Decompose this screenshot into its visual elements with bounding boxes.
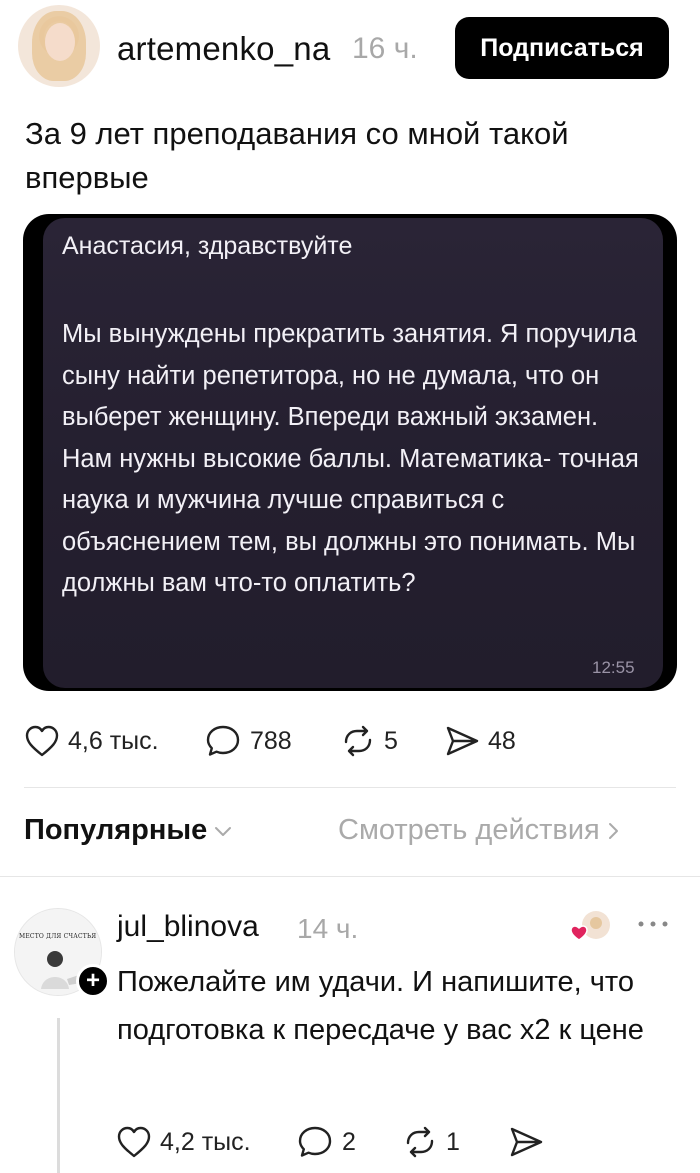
divider — [24, 787, 676, 788]
comment-author-username[interactable]: jul_blinova — [117, 910, 259, 944]
tab-view-activity[interactable]: Смотреть действия — [338, 814, 620, 847]
follow-commenter-button[interactable]: + — [76, 964, 110, 998]
like-count: 4,6 тыс. — [68, 726, 159, 755]
repost-button[interactable]: 5 — [340, 724, 398, 758]
comment-text: Пожелайте им удачи. И напишите, что подг… — [117, 966, 644, 1046]
more-icon — [638, 921, 668, 927]
author-liked-indicator — [570, 909, 612, 945]
divider — [0, 876, 700, 877]
comment-icon — [206, 725, 240, 756]
thread-line — [57, 1018, 60, 1173]
repost-icon — [344, 725, 372, 757]
repost-count: 5 — [384, 726, 398, 755]
comment-reply-button[interactable]: 2 — [298, 1125, 356, 1159]
comment-repost-count: 1 — [446, 1127, 460, 1156]
message-time: 12:55 — [592, 658, 635, 677]
comment-reply-count: 2 — [342, 1127, 356, 1156]
share-icon — [446, 726, 479, 756]
avatar-face — [45, 23, 75, 61]
comment-count: 788 — [250, 726, 292, 755]
comment-share-button[interactable] — [508, 1125, 544, 1159]
follow-button[interactable]: Подписаться — [455, 17, 669, 79]
share-icon — [510, 1127, 543, 1157]
tab-popular[interactable]: Популярные — [24, 814, 233, 847]
liked-by-author-icon — [570, 911, 610, 941]
more-options-button[interactable] — [636, 917, 670, 935]
post-time: 16 ч. — [352, 32, 418, 65]
chevron-down-icon — [215, 826, 232, 836]
comment-time: 14 ч. — [297, 913, 359, 944]
comment-like-count: 4,2 тыс. — [160, 1127, 251, 1156]
avatar-caption: МЕСТО ДЛЯ СЧАСТЬЯ ЗДЕСЬ — [19, 933, 102, 940]
tab-popular-label: Популярные — [24, 814, 208, 846]
plus-icon: + — [85, 967, 100, 994]
post-author-username[interactable]: artemenko_na — [117, 30, 330, 68]
share-count: 48 — [488, 726, 516, 755]
like-button[interactable]: 4,6 тыс. — [24, 724, 159, 758]
message-body: Мы вынуждены прекратить занятия. Я поруч… — [62, 320, 639, 597]
comment-repost-button[interactable]: 1 — [402, 1125, 460, 1159]
comment-icon — [298, 1126, 332, 1157]
tab-activity-label: Смотреть действия — [338, 814, 600, 846]
repost-icon — [406, 1126, 434, 1158]
message-greeting: Анастасия, здравствуйте — [62, 232, 353, 260]
chevron-right-icon — [608, 822, 618, 839]
comment-like-button[interactable]: 4,2 тыс. — [116, 1125, 251, 1159]
heart-icon — [25, 725, 59, 757]
post-text: За 9 лет преподавания со мной такой впер… — [25, 116, 569, 195]
author-avatar[interactable] — [18, 5, 100, 87]
share-button[interactable]: 48 — [444, 724, 516, 758]
comment-button[interactable]: 788 — [206, 724, 292, 758]
heart-icon — [117, 1126, 151, 1158]
